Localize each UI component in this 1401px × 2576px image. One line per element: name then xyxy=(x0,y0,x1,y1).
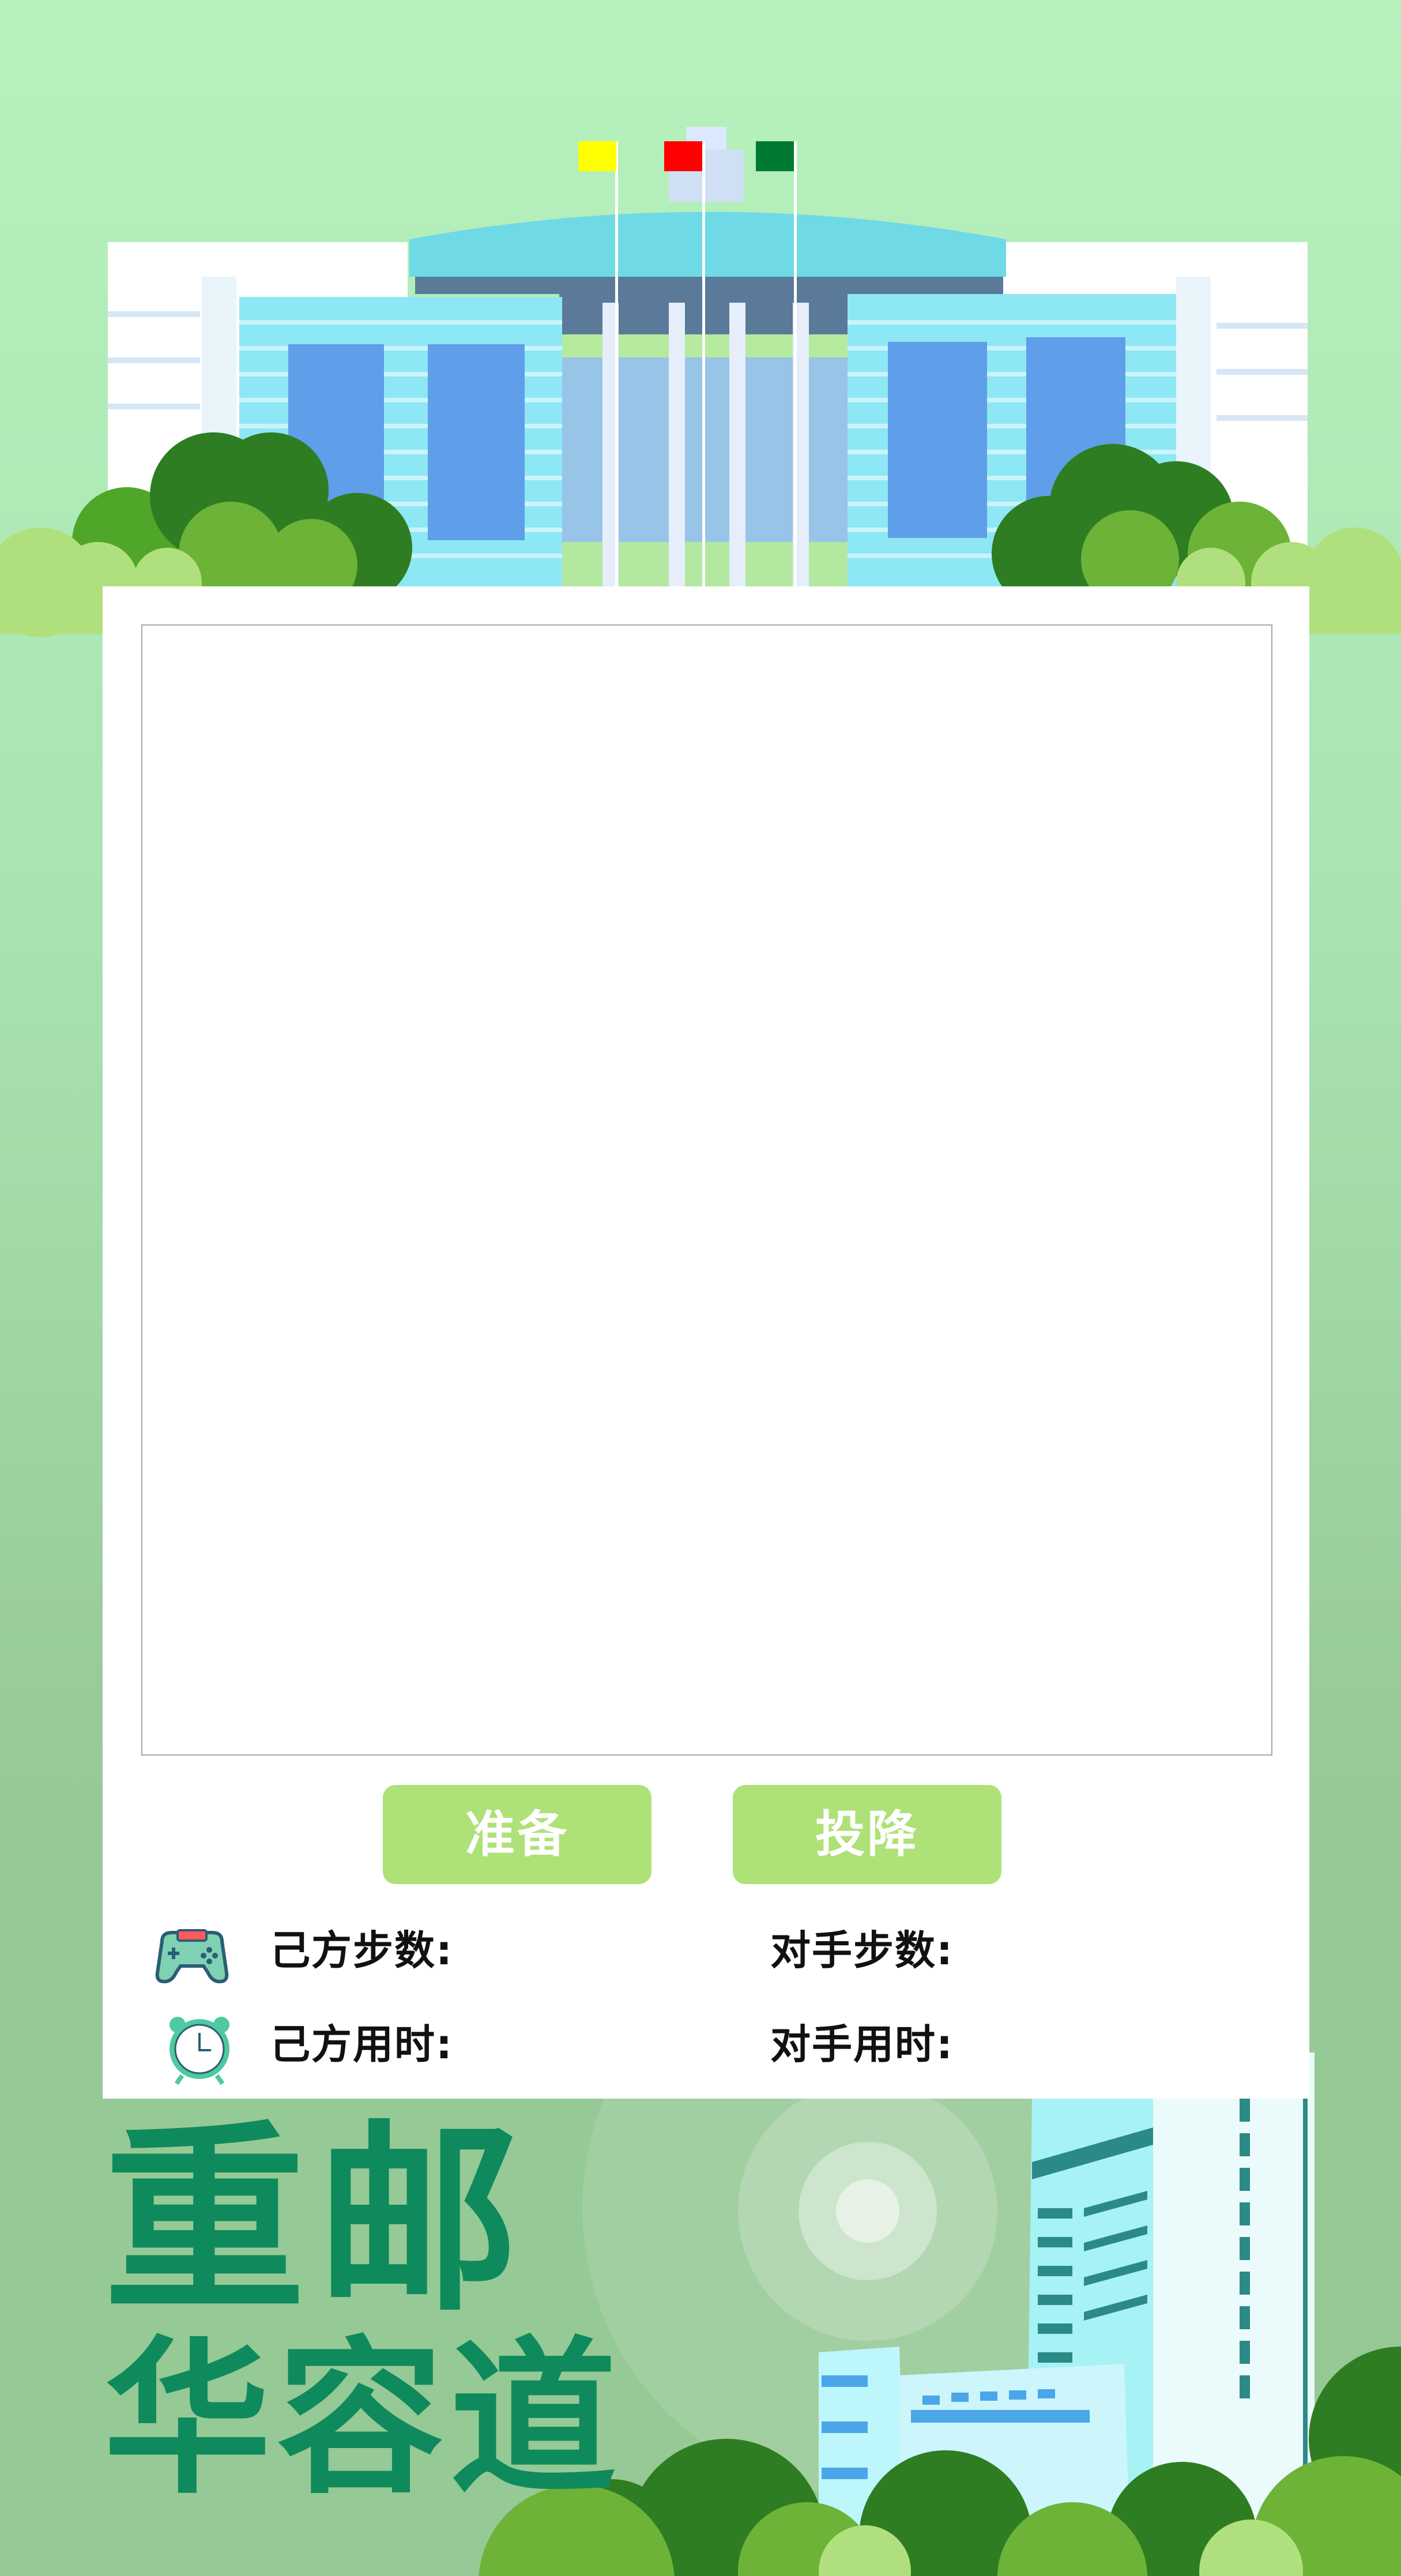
opponent-time-label: 对手用时: xyxy=(770,2021,954,2068)
alarm-clock-icon xyxy=(170,2017,229,2085)
game-panel: 准备 投降 己方步数: 对手步数: 己方用时: 对手用时: xyxy=(103,586,1309,2099)
opponent-time: 对手用时: xyxy=(770,2012,961,2070)
building-dome xyxy=(409,212,1006,277)
logo-title-line2: 华容道 xyxy=(104,2321,623,2517)
my-time-label: 己方用时: xyxy=(270,2021,453,2068)
my-steps-label: 己方步数: xyxy=(270,1927,453,1974)
my-steps: 己方步数: xyxy=(270,1918,460,1976)
logo-title-line1: 重邮 xyxy=(104,2101,530,2338)
gamepad-icon xyxy=(155,1929,229,1984)
ready-button[interactable]: 准备 xyxy=(383,1785,651,1884)
flag-green xyxy=(756,141,794,171)
puzzle-board[interactable] xyxy=(141,624,1272,1756)
my-time: 己方用时: xyxy=(270,2012,460,2070)
opponent-steps: 对手步数: xyxy=(770,1918,961,1976)
surrender-button[interactable]: 投降 xyxy=(733,1785,1001,1884)
flag-red xyxy=(664,141,702,171)
opponent-steps-label: 对手步数: xyxy=(770,1927,954,1974)
flag-yellow xyxy=(578,141,616,171)
